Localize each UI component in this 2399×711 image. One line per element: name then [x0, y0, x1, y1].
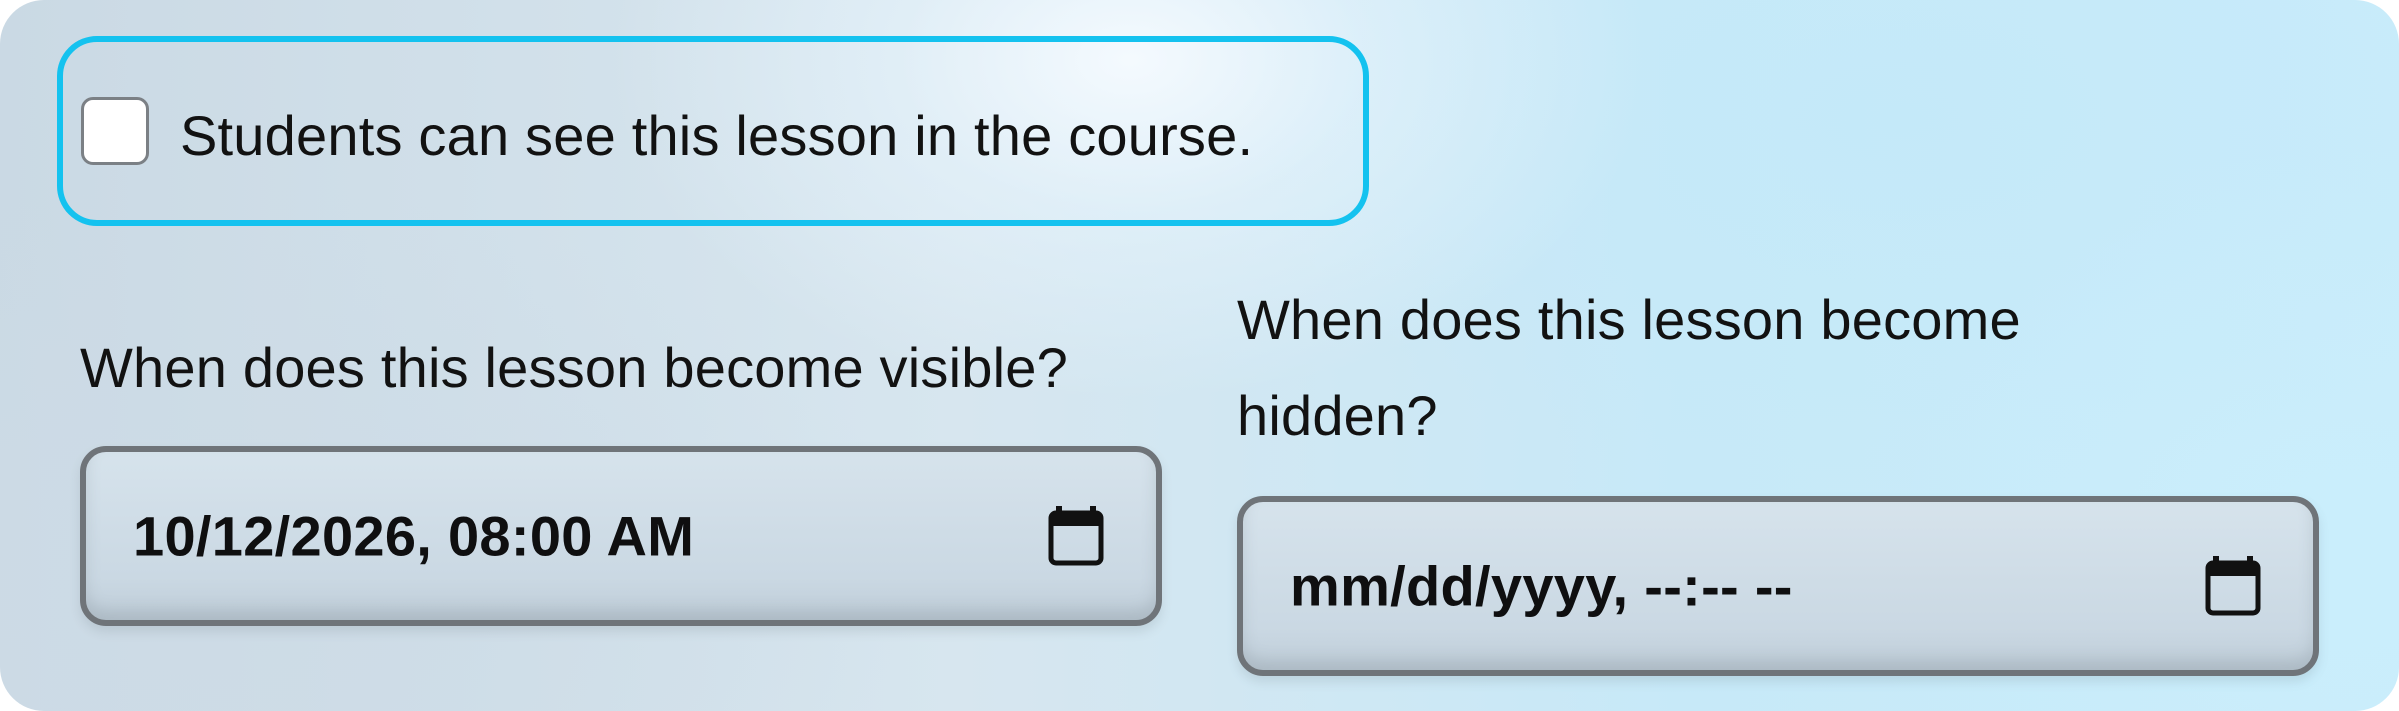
visibility-checkbox-row[interactable]: Students can see this lesson in the cour… [57, 36, 1369, 226]
hidden-date-label: When does this lesson become hidden? [1237, 288, 2021, 447]
hidden-datetime-placeholder: mm/dd/yyyy, --:-- -- [1290, 554, 1793, 618]
lesson-visibility-panel: Students can see this lesson in the cour… [0, 0, 2399, 711]
visible-datetime-input[interactable]: 10/12/2026, 08:00 AM [80, 446, 1162, 626]
hidden-datetime-input[interactable]: mm/dd/yyyy, --:-- -- [1237, 496, 2319, 676]
calendar-icon[interactable] [2205, 556, 2261, 616]
visible-date-label: When does this lesson become visible? [80, 336, 1068, 399]
visibility-checkbox-label: Students can see this lesson in the cour… [180, 104, 1254, 167]
visible-datetime-value: 10/12/2026, 08:00 AM [133, 504, 695, 568]
visibility-checkbox[interactable] [81, 97, 149, 165]
calendar-icon[interactable] [1048, 506, 1104, 566]
